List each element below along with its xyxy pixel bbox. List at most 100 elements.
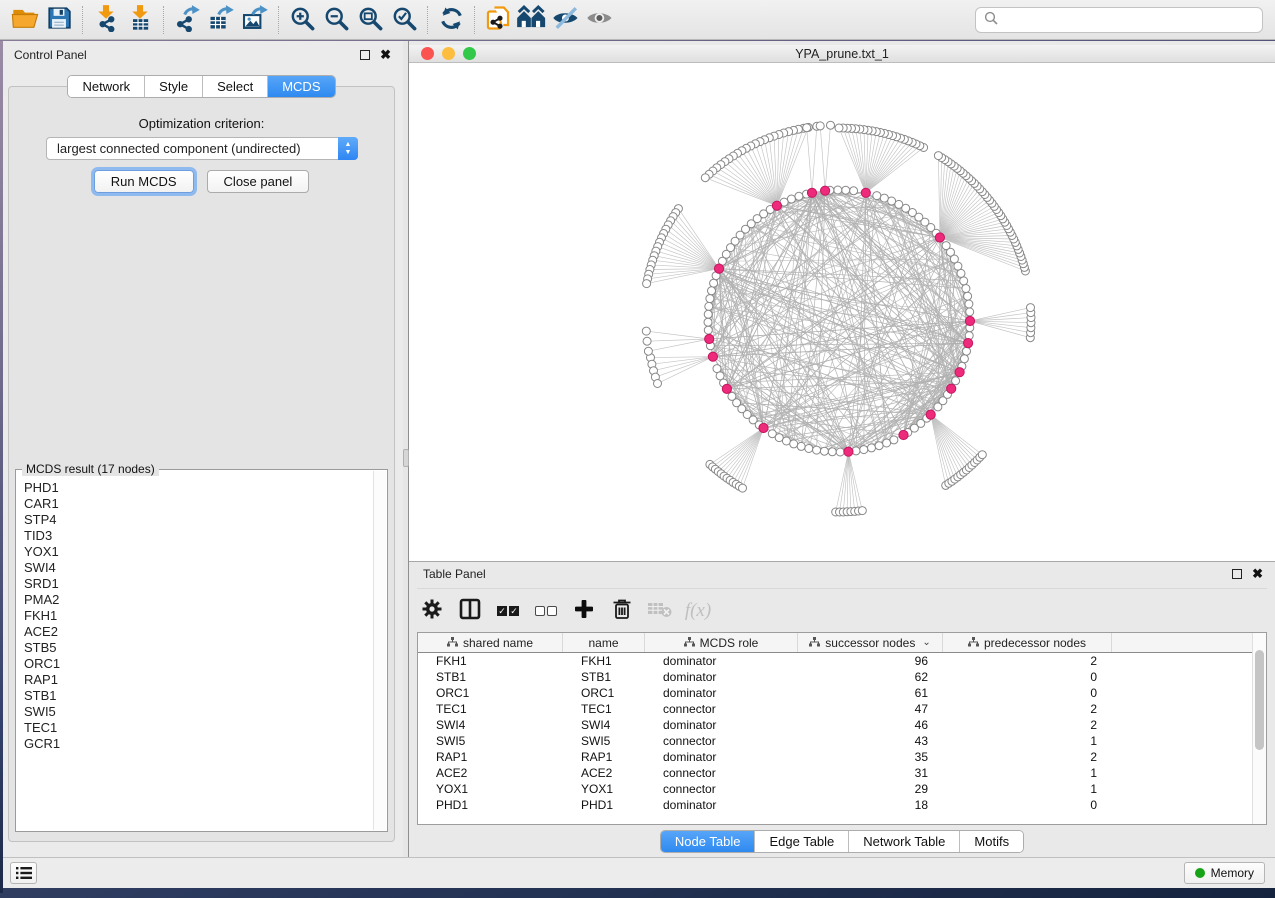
cell-name[interactable]: SWI5 [563,734,645,748]
tab-mcds[interactable]: MCDS [267,76,334,97]
table-row[interactable]: SWI4SWI4dominator462 [418,717,1252,733]
select-stepper-icon[interactable]: ▲▼ [338,137,358,160]
ring-node[interactable] [964,292,972,300]
ring-node[interactable] [834,186,842,194]
cell-predecessor_nodes[interactable]: 0 [943,670,1112,684]
ring-node[interactable] [705,302,713,310]
tab-network[interactable]: Network [68,76,144,97]
cell-successor_nodes[interactable]: 18 [798,798,943,812]
cell-shared_name[interactable]: SWI4 [418,718,563,732]
mcds-result-item[interactable]: STB1 [24,688,367,704]
ring-node[interactable] [706,295,714,303]
mcds-hub-node[interactable] [965,316,974,325]
ring-node[interactable] [883,439,891,447]
mcds-result-item[interactable]: STP4 [24,512,367,528]
ring-node[interactable] [797,442,805,450]
cell-shared_name[interactable]: STB1 [418,670,563,684]
mcds-hub-node[interactable] [722,384,731,393]
table-row[interactable]: TEC1TEC1connector472 [418,701,1252,717]
ring-node[interactable] [963,347,971,355]
ring-node[interactable] [790,440,798,448]
cell-name[interactable]: ORC1 [563,686,645,700]
cell-mcds_role[interactable]: dominator [645,686,798,700]
add-column-button[interactable] [569,595,599,627]
mcds-hub-node[interactable] [935,233,944,242]
table-row[interactable]: RAP1RAP1dominator352 [418,749,1252,765]
mcds-hub-node[interactable] [708,352,717,361]
table-row[interactable]: FKH1FKH1dominator962 [418,653,1252,669]
refresh-button[interactable] [434,4,468,36]
cell-mcds_role[interactable]: connector [645,702,798,716]
memory-button[interactable]: Memory [1184,862,1265,884]
cell-successor_nodes[interactable]: 43 [798,734,943,748]
mcds-hub-node[interactable] [955,368,964,377]
mcds-hub-node[interactable] [807,188,816,197]
table-vertical-scrollbar[interactable] [1252,633,1266,824]
mcds-result-item[interactable]: PHD1 [24,480,367,496]
ring-node[interactable] [942,242,950,250]
tab-style[interactable]: Style [144,76,202,97]
mcds-result-item[interactable]: FKH1 [24,608,367,624]
satellite-node[interactable] [1027,304,1035,312]
table-row[interactable]: PHD1PHD1dominator180 [418,797,1252,813]
control-panel-float-button[interactable] [360,50,370,60]
ring-node[interactable] [805,445,813,453]
ring-node[interactable] [890,436,898,444]
mcds-result-item[interactable]: SWI5 [24,704,367,720]
mcds-result-item[interactable]: SWI4 [24,560,367,576]
cell-mcds_role[interactable]: dominator [645,670,798,684]
cell-name[interactable]: STB1 [563,670,645,684]
search-box[interactable] [975,7,1263,33]
column-header-predecessor-nodes[interactable]: predecessor nodes [943,633,1112,652]
ring-node[interactable] [787,195,795,203]
mcds-hub-node[interactable] [772,201,781,210]
ring-node[interactable] [860,446,868,454]
ring-node[interactable] [704,318,712,326]
tab-edge-table[interactable]: Edge Table [754,831,848,852]
search-input[interactable] [1004,13,1254,27]
ring-node[interactable] [820,447,828,455]
column-header-name[interactable]: name [563,633,645,652]
cell-name[interactable]: RAP1 [563,750,645,764]
show-all-button[interactable] [583,4,617,36]
cell-name[interactable]: TEC1 [563,702,645,716]
cell-predecessor_nodes[interactable]: 2 [943,718,1112,732]
mcds-result-item[interactable]: PMA2 [24,592,367,608]
table-row[interactable]: ACE2ACE2connector311 [418,765,1252,781]
zoom-selected-button[interactable] [387,4,421,36]
ring-node[interactable] [710,279,718,287]
mcds-result-item[interactable]: STB5 [24,640,367,656]
close-panel-button[interactable]: Close panel [207,170,310,193]
panel-list-icon[interactable] [10,862,37,884]
cell-mcds_role[interactable]: connector [645,766,798,780]
cell-successor_nodes[interactable]: 35 [798,750,943,764]
ring-node[interactable] [957,269,965,277]
ring-node[interactable] [850,187,858,195]
satellite-node[interactable] [643,337,651,345]
mcds-result-list[interactable]: PHD1CAR1STP4TID3YOX1SWI4SRD1PMA2FKH1ACE2… [18,478,373,829]
ring-node[interactable] [873,192,881,200]
zoom-fit-button[interactable] [353,4,387,36]
mcds-result-item[interactable]: GCR1 [24,736,367,752]
network-canvas[interactable] [409,63,1275,561]
table-row[interactable]: STB1STB1dominator620 [418,669,1252,685]
satellite-node[interactable] [803,124,811,132]
ring-node[interactable] [708,287,716,295]
delete-column-button[interactable] [607,595,637,627]
open-file-button[interactable] [8,4,42,36]
tab-node-table[interactable]: Node Table [661,831,755,852]
mcds-result-scrollbar[interactable] [373,471,386,830]
cell-shared_name[interactable]: TEC1 [418,702,563,716]
ring-node[interactable] [960,355,968,363]
mcds-hub-node[interactable] [899,430,908,439]
mcds-hub-node[interactable] [821,186,830,195]
cell-shared_name[interactable]: YOX1 [418,782,563,796]
zoom-in-button[interactable] [285,4,319,36]
satellite-node[interactable] [978,451,986,459]
satellite-node[interactable] [816,122,824,130]
ring-node[interactable] [880,194,888,202]
cell-predecessor_nodes[interactable]: 2 [943,702,1112,716]
mcds-result-item[interactable]: TID3 [24,528,367,544]
ring-node[interactable] [965,300,973,308]
satellite-node[interactable] [643,280,651,288]
